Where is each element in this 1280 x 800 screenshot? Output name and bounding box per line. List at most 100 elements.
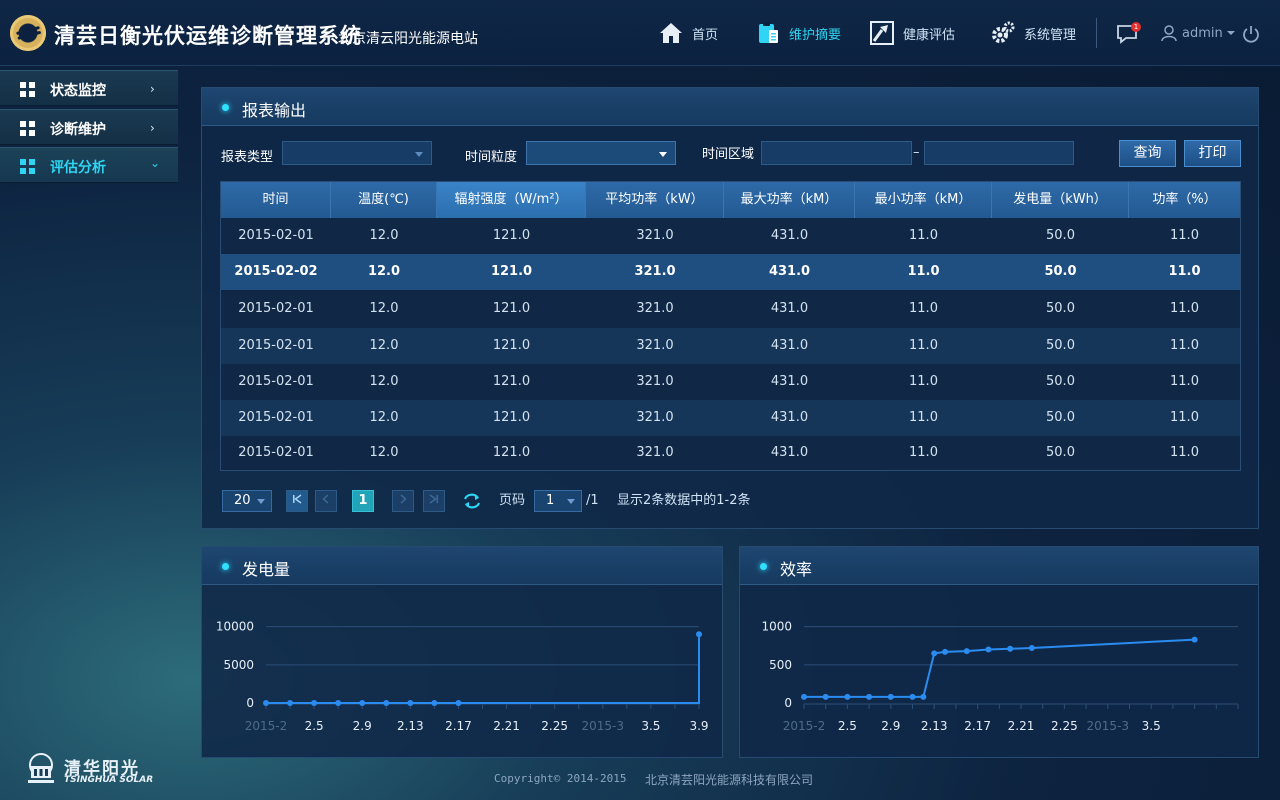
table-cell: 12.0 bbox=[369, 338, 399, 353]
data-point[interactable] bbox=[431, 700, 438, 706]
data-point[interactable] bbox=[455, 700, 462, 706]
caret-down-icon bbox=[567, 499, 575, 504]
data-point[interactable] bbox=[1191, 636, 1198, 643]
table-cell: 50.0 bbox=[1046, 445, 1075, 460]
column-header-min-power[interactable]: 最小功率（kM） bbox=[855, 182, 992, 218]
table-cell: 2015-02-01 bbox=[238, 374, 314, 389]
grid-icon bbox=[20, 121, 35, 136]
table-cell: 50.0 bbox=[1046, 410, 1075, 425]
column-header-avg-power[interactable]: 平均功率（kW） bbox=[586, 182, 724, 218]
power-icon[interactable] bbox=[1241, 24, 1261, 44]
data-point[interactable] bbox=[696, 631, 702, 638]
nav-home-label: 首页 bbox=[692, 27, 719, 43]
copyright: Copyright© 2014-2015 bbox=[494, 772, 627, 785]
table-cell: 431.0 bbox=[770, 228, 809, 243]
data-point[interactable] bbox=[1028, 645, 1035, 652]
y-tick-label: 0 bbox=[784, 696, 792, 710]
data-point[interactable] bbox=[263, 700, 269, 706]
x-tick-label: 2.25 bbox=[1051, 719, 1078, 733]
table-row[interactable]: 2015-02-01 12.0 121.0 321.0 431.0 11.0 50.0 11.… bbox=[221, 400, 1240, 436]
pagination-summary: 显示2条数据中的1-2条 bbox=[617, 493, 751, 508]
data-point[interactable] bbox=[942, 648, 949, 655]
range-end-input[interactable] bbox=[924, 141, 1074, 165]
data-point[interactable] bbox=[822, 693, 829, 700]
table-cell: 321.0 bbox=[634, 264, 676, 279]
column-header-generation[interactable]: 发电量（kWh） bbox=[992, 182, 1129, 218]
table-cell: 2015-02-01 bbox=[238, 228, 314, 243]
x-tick-label: 2.13 bbox=[921, 719, 948, 733]
report-type-select[interactable] bbox=[282, 141, 432, 165]
data-point[interactable] bbox=[920, 693, 927, 700]
table-row[interactable]: 2015-02-01 12.0 121.0 321.0 431.0 11.0 50.0 11.… bbox=[221, 364, 1240, 400]
nav-maintenance-summary[interactable]: 维护摘要 bbox=[755, 0, 841, 66]
trend-icon bbox=[870, 21, 894, 45]
nav-system-management[interactable]: 系统管理 bbox=[990, 0, 1076, 66]
table-cell: 121.0 bbox=[492, 410, 531, 425]
report-panel-header: 报表输出 bbox=[202, 88, 1258, 126]
page-number-value: 1 bbox=[546, 493, 555, 508]
column-header-max-power[interactable]: 最大功率（kM） bbox=[724, 182, 855, 218]
table-cell: 2015-02-02 bbox=[234, 264, 318, 279]
prev-page-button[interactable] bbox=[315, 490, 337, 512]
sidebar-item-status-monitoring[interactable]: 状态监控 › bbox=[0, 70, 178, 106]
data-point[interactable] bbox=[311, 700, 318, 706]
last-page-icon bbox=[429, 494, 438, 504]
table-cell: 11.0 bbox=[907, 264, 940, 279]
data-point[interactable] bbox=[985, 646, 992, 653]
table-header: 时间 温度(℃) 辐射强度（W/m²） 平均功率（kW） 最大功率（kM） 最小… bbox=[221, 182, 1240, 218]
print-button[interactable]: 打印 bbox=[1184, 140, 1241, 167]
column-header-temperature[interactable]: 温度(℃) bbox=[331, 182, 437, 218]
table-row[interactable]: 2015-02-01 12.0 121.0 321.0 431.0 11.0 50.0 11.… bbox=[221, 436, 1240, 470]
user-menu[interactable]: admin bbox=[1160, 24, 1235, 42]
data-point[interactable] bbox=[844, 693, 851, 700]
query-button[interactable]: 查询 bbox=[1119, 140, 1176, 167]
nav-home[interactable]: 首页 bbox=[658, 0, 718, 66]
series-line bbox=[266, 634, 700, 704]
table-row[interactable]: 2015-02-01 12.0 121.0 321.0 431.0 11.0 50.0 11.… bbox=[221, 328, 1240, 364]
refresh-button[interactable] bbox=[462, 490, 482, 512]
x-tick-label: 2.13 bbox=[397, 719, 424, 733]
table-cell: 431.0 bbox=[768, 264, 811, 279]
page-size-select[interactable]: 20 bbox=[222, 490, 272, 512]
table-cell: 11.0 bbox=[909, 338, 938, 353]
range-separator: – bbox=[913, 145, 920, 160]
nav-health-assessment[interactable]: 健康评估 bbox=[869, 0, 955, 66]
data-point[interactable] bbox=[909, 693, 916, 700]
next-page-button[interactable] bbox=[392, 490, 414, 512]
first-page-button[interactable] bbox=[286, 490, 308, 512]
table-row[interactable]: 2015-02-02 12.0 121.0 321.0 431.0 11.0 50.0 11.… bbox=[221, 254, 1240, 290]
column-header-power-percent[interactable]: 功率（%） bbox=[1129, 182, 1240, 218]
data-point[interactable] bbox=[866, 693, 873, 700]
x-tick-label: 2.21 bbox=[1008, 719, 1035, 733]
data-point[interactable] bbox=[931, 650, 938, 657]
x-tick-label: 2.9 bbox=[881, 719, 900, 733]
column-header-time[interactable]: 时间 bbox=[221, 182, 331, 218]
table-cell: 50.0 bbox=[1046, 228, 1075, 243]
x-tick-label: 3.9 bbox=[689, 719, 708, 733]
sidebar-item-assessment-analysis[interactable]: 评估分析 ⌄ bbox=[0, 147, 178, 183]
table-cell: 12.0 bbox=[367, 264, 401, 279]
table-row[interactable]: 2015-02-01 12.0 121.0 321.0 431.0 11.0 50.0 11.… bbox=[221, 290, 1240, 328]
data-point[interactable] bbox=[335, 700, 342, 706]
data-point[interactable] bbox=[359, 700, 366, 706]
data-point[interactable] bbox=[287, 700, 294, 706]
table-cell: 12.0 bbox=[369, 410, 399, 425]
column-header-irradiance[interactable]: 辐射强度（W/m²） bbox=[437, 182, 586, 218]
page-number-select[interactable]: 1 bbox=[534, 490, 582, 512]
report-type-label: 报表类型 bbox=[221, 150, 274, 165]
nav-maintenance-summary-label: 维护摘要 bbox=[789, 27, 842, 43]
sidebar-item-diagnosis-maintenance[interactable]: 诊断维护 › bbox=[0, 109, 178, 145]
range-start-input[interactable] bbox=[761, 141, 912, 165]
y-tick-label: 500 bbox=[769, 658, 792, 672]
table-row[interactable]: 2015-02-01 12.0 121.0 321.0 431.0 11.0 50.0 11.… bbox=[221, 218, 1240, 254]
current-page-button[interactable]: 1 bbox=[352, 490, 374, 512]
data-point[interactable] bbox=[887, 693, 894, 700]
data-point[interactable] bbox=[383, 700, 390, 706]
last-page-button[interactable] bbox=[423, 490, 445, 512]
data-point[interactable] bbox=[407, 700, 414, 706]
data-point[interactable] bbox=[1007, 645, 1014, 652]
data-point[interactable] bbox=[801, 693, 807, 700]
data-point[interactable] bbox=[963, 648, 970, 655]
x-tick-label: 2015-2 bbox=[245, 719, 288, 733]
granularity-select[interactable] bbox=[526, 141, 676, 165]
